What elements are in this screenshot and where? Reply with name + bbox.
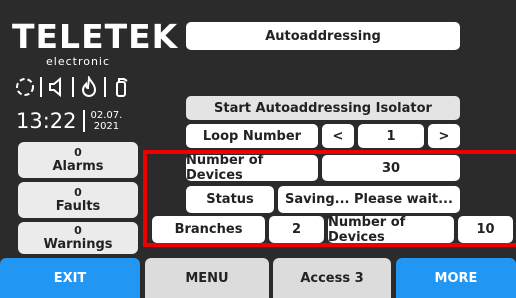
screen-title: Autoaddressing bbox=[186, 22, 460, 50]
faults-label: Faults bbox=[55, 199, 101, 214]
warnings-button[interactable]: 0 Warnings bbox=[18, 222, 138, 254]
loop-prev-button[interactable]: < bbox=[322, 124, 354, 148]
start-autoaddressing-button[interactable]: Start Autoaddressing Isolator bbox=[186, 96, 460, 120]
power-icon bbox=[14, 76, 36, 98]
teletek-logo: TELETEK bbox=[12, 17, 179, 56]
loop-number-value: 1 bbox=[358, 124, 424, 148]
warnings-label: Warnings bbox=[43, 237, 113, 252]
clock-date-year: 2021 bbox=[93, 121, 120, 132]
highlight-frame bbox=[143, 150, 516, 247]
menu-button[interactable]: MENU bbox=[145, 258, 269, 298]
faults-button[interactable]: 0 Faults bbox=[18, 182, 138, 218]
speaker-icon bbox=[46, 76, 68, 98]
fire-icon bbox=[78, 76, 100, 98]
icon-separator bbox=[72, 77, 74, 97]
logo-tagline: electronic bbox=[46, 55, 111, 68]
loop-number-label: Loop Number bbox=[186, 124, 318, 148]
status-icon-row bbox=[14, 74, 144, 100]
faults-count: 0 bbox=[74, 186, 82, 199]
more-button[interactable]: MORE bbox=[396, 258, 516, 298]
clock-date-day: 02.07. bbox=[90, 110, 123, 121]
clock-time: 13:22 bbox=[16, 109, 77, 133]
exit-button[interactable]: EXIT bbox=[0, 258, 140, 298]
alarms-label: Alarms bbox=[52, 159, 104, 174]
clock-separator bbox=[82, 110, 85, 132]
loop-next-button[interactable]: > bbox=[428, 124, 460, 148]
clock-date: 02.07. 2021 bbox=[91, 110, 123, 132]
icon-separator bbox=[104, 77, 106, 97]
access-level-button[interactable]: Access 3 bbox=[273, 258, 391, 298]
alarms-count: 0 bbox=[74, 146, 82, 159]
clock: 13:22 02.07. 2021 bbox=[16, 108, 122, 134]
alarms-button[interactable]: 0 Alarms bbox=[18, 142, 138, 178]
extinguisher-icon bbox=[110, 76, 132, 98]
icon-separator bbox=[40, 77, 42, 97]
warnings-count: 0 bbox=[74, 224, 82, 237]
